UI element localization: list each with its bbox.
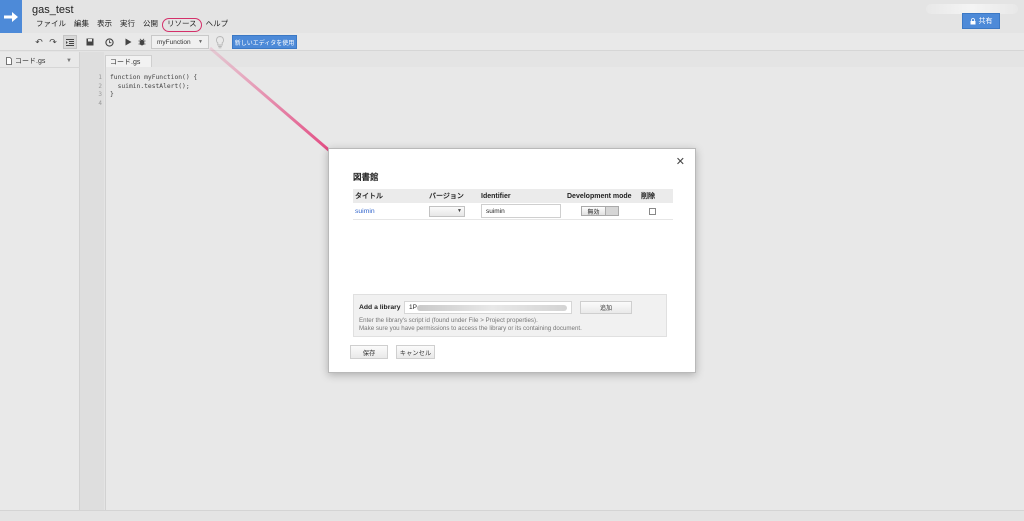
add-library-button[interactable]: 追加 — [580, 301, 632, 314]
lock-icon — [970, 17, 975, 24]
add-hint-script-id: Enter the library's script id (found und… — [359, 317, 538, 324]
file-icon — [6, 56, 12, 65]
sidebar-file-item[interactable]: コード.gs ▼ — [0, 54, 80, 68]
run-icon[interactable] — [121, 35, 135, 49]
script-id-input[interactable]: 1P — [404, 301, 572, 314]
table-header: タイトル バージョン Identifier Development mode 削… — [353, 189, 673, 203]
library-name-link[interactable]: suimin — [353, 208, 429, 215]
function-select[interactable]: myFunction ▼ — [151, 35, 209, 49]
column-devmode: Development mode — [567, 192, 632, 200]
debug-bug-icon[interactable] — [135, 35, 149, 49]
script-id-blurred — [417, 305, 567, 311]
dialog-title: 図書館 — [353, 172, 379, 182]
library-dialog: ✕ 図書館 タイトル バージョン Identifier Development … — [328, 148, 696, 373]
new-editor-button[interactable]: 新しいエディタを使用 — [232, 35, 297, 49]
triggers-clock-icon[interactable] — [102, 35, 116, 49]
save-icon[interactable] — [83, 35, 97, 49]
share-label: 共有 — [978, 18, 993, 25]
close-icon[interactable]: ✕ — [676, 155, 685, 168]
undo-icon[interactable]: ↶ — [32, 35, 46, 49]
header: gas_test ファイル 編集 表示 実行 公開 リソース ヘルプ 共有 — [0, 0, 1024, 33]
menu-publish[interactable]: 公開 — [139, 18, 162, 32]
save-button[interactable]: 保存 — [350, 345, 388, 359]
menu-resources[interactable]: リソース — [162, 18, 202, 32]
column-delete: 削除 — [641, 193, 655, 200]
sidebar-file-label: コード.gs — [15, 57, 46, 65]
add-library-panel: Add a library 1P 追加 Enter the library's … — [353, 294, 667, 337]
editor-gutter — [80, 52, 104, 511]
line-numbers: 1 2 3 4 — [98, 74, 102, 107]
script-id-value: 1P — [409, 304, 417, 311]
cancel-button[interactable]: キャンセル — [396, 345, 435, 359]
toolbar: ↶ ↷ myFunction ▼ 新しいエディタを使用 — [0, 33, 1024, 51]
table-row: suimin 無効 — [353, 203, 673, 220]
library-table: タイトル バージョン Identifier Development mode 削… — [353, 189, 673, 220]
menu-bar: ファイル 編集 表示 実行 公開 リソース ヘルプ — [32, 18, 232, 32]
document-title[interactable]: gas_test — [32, 4, 74, 16]
column-title: タイトル — [355, 193, 383, 200]
chevron-down-icon: ▼ — [198, 39, 203, 45]
function-select-value: myFunction — [157, 38, 191, 46]
identifier-cell — [481, 204, 567, 218]
tab-code-gs[interactable]: コード.gs — [105, 55, 152, 67]
devmode-toggle[interactable]: 無効 — [581, 206, 619, 216]
menu-edit[interactable]: 編集 — [70, 18, 93, 32]
menu-help[interactable]: ヘルプ — [202, 18, 233, 32]
devmode-cell: 無効 — [567, 206, 641, 216]
menu-view[interactable]: 表示 — [93, 18, 116, 32]
menu-file[interactable]: ファイル — [32, 18, 70, 32]
status-bar — [0, 510, 1024, 521]
version-cell — [429, 205, 481, 217]
code-text[interactable]: function myFunction() { suimin.testAlert… — [110, 74, 197, 100]
file-sidebar: コード.gs ▼ — [0, 52, 80, 511]
app-logo-icon[interactable] — [0, 0, 22, 33]
share-button[interactable]: 共有 — [962, 13, 1000, 29]
identifier-input[interactable] — [481, 204, 561, 218]
redo-icon[interactable]: ↷ — [46, 35, 60, 49]
delete-checkbox[interactable] — [649, 207, 656, 215]
menu-run[interactable]: 実行 — [116, 18, 139, 32]
indent-icon[interactable] — [63, 35, 77, 49]
add-library-label: Add a library — [359, 304, 401, 311]
lightbulb-icon[interactable] — [214, 35, 226, 49]
column-identifier: Identifier — [481, 192, 511, 200]
dropdown-arrow-icon[interactable]: ▼ — [66, 58, 72, 64]
column-version: バージョン — [429, 193, 464, 200]
version-select[interactable] — [429, 205, 465, 217]
devmode-toggle-label: 無効 — [582, 207, 606, 216]
delete-cell — [641, 207, 673, 215]
add-hint-permissions: Make sure you have permissions to access… — [359, 325, 582, 332]
